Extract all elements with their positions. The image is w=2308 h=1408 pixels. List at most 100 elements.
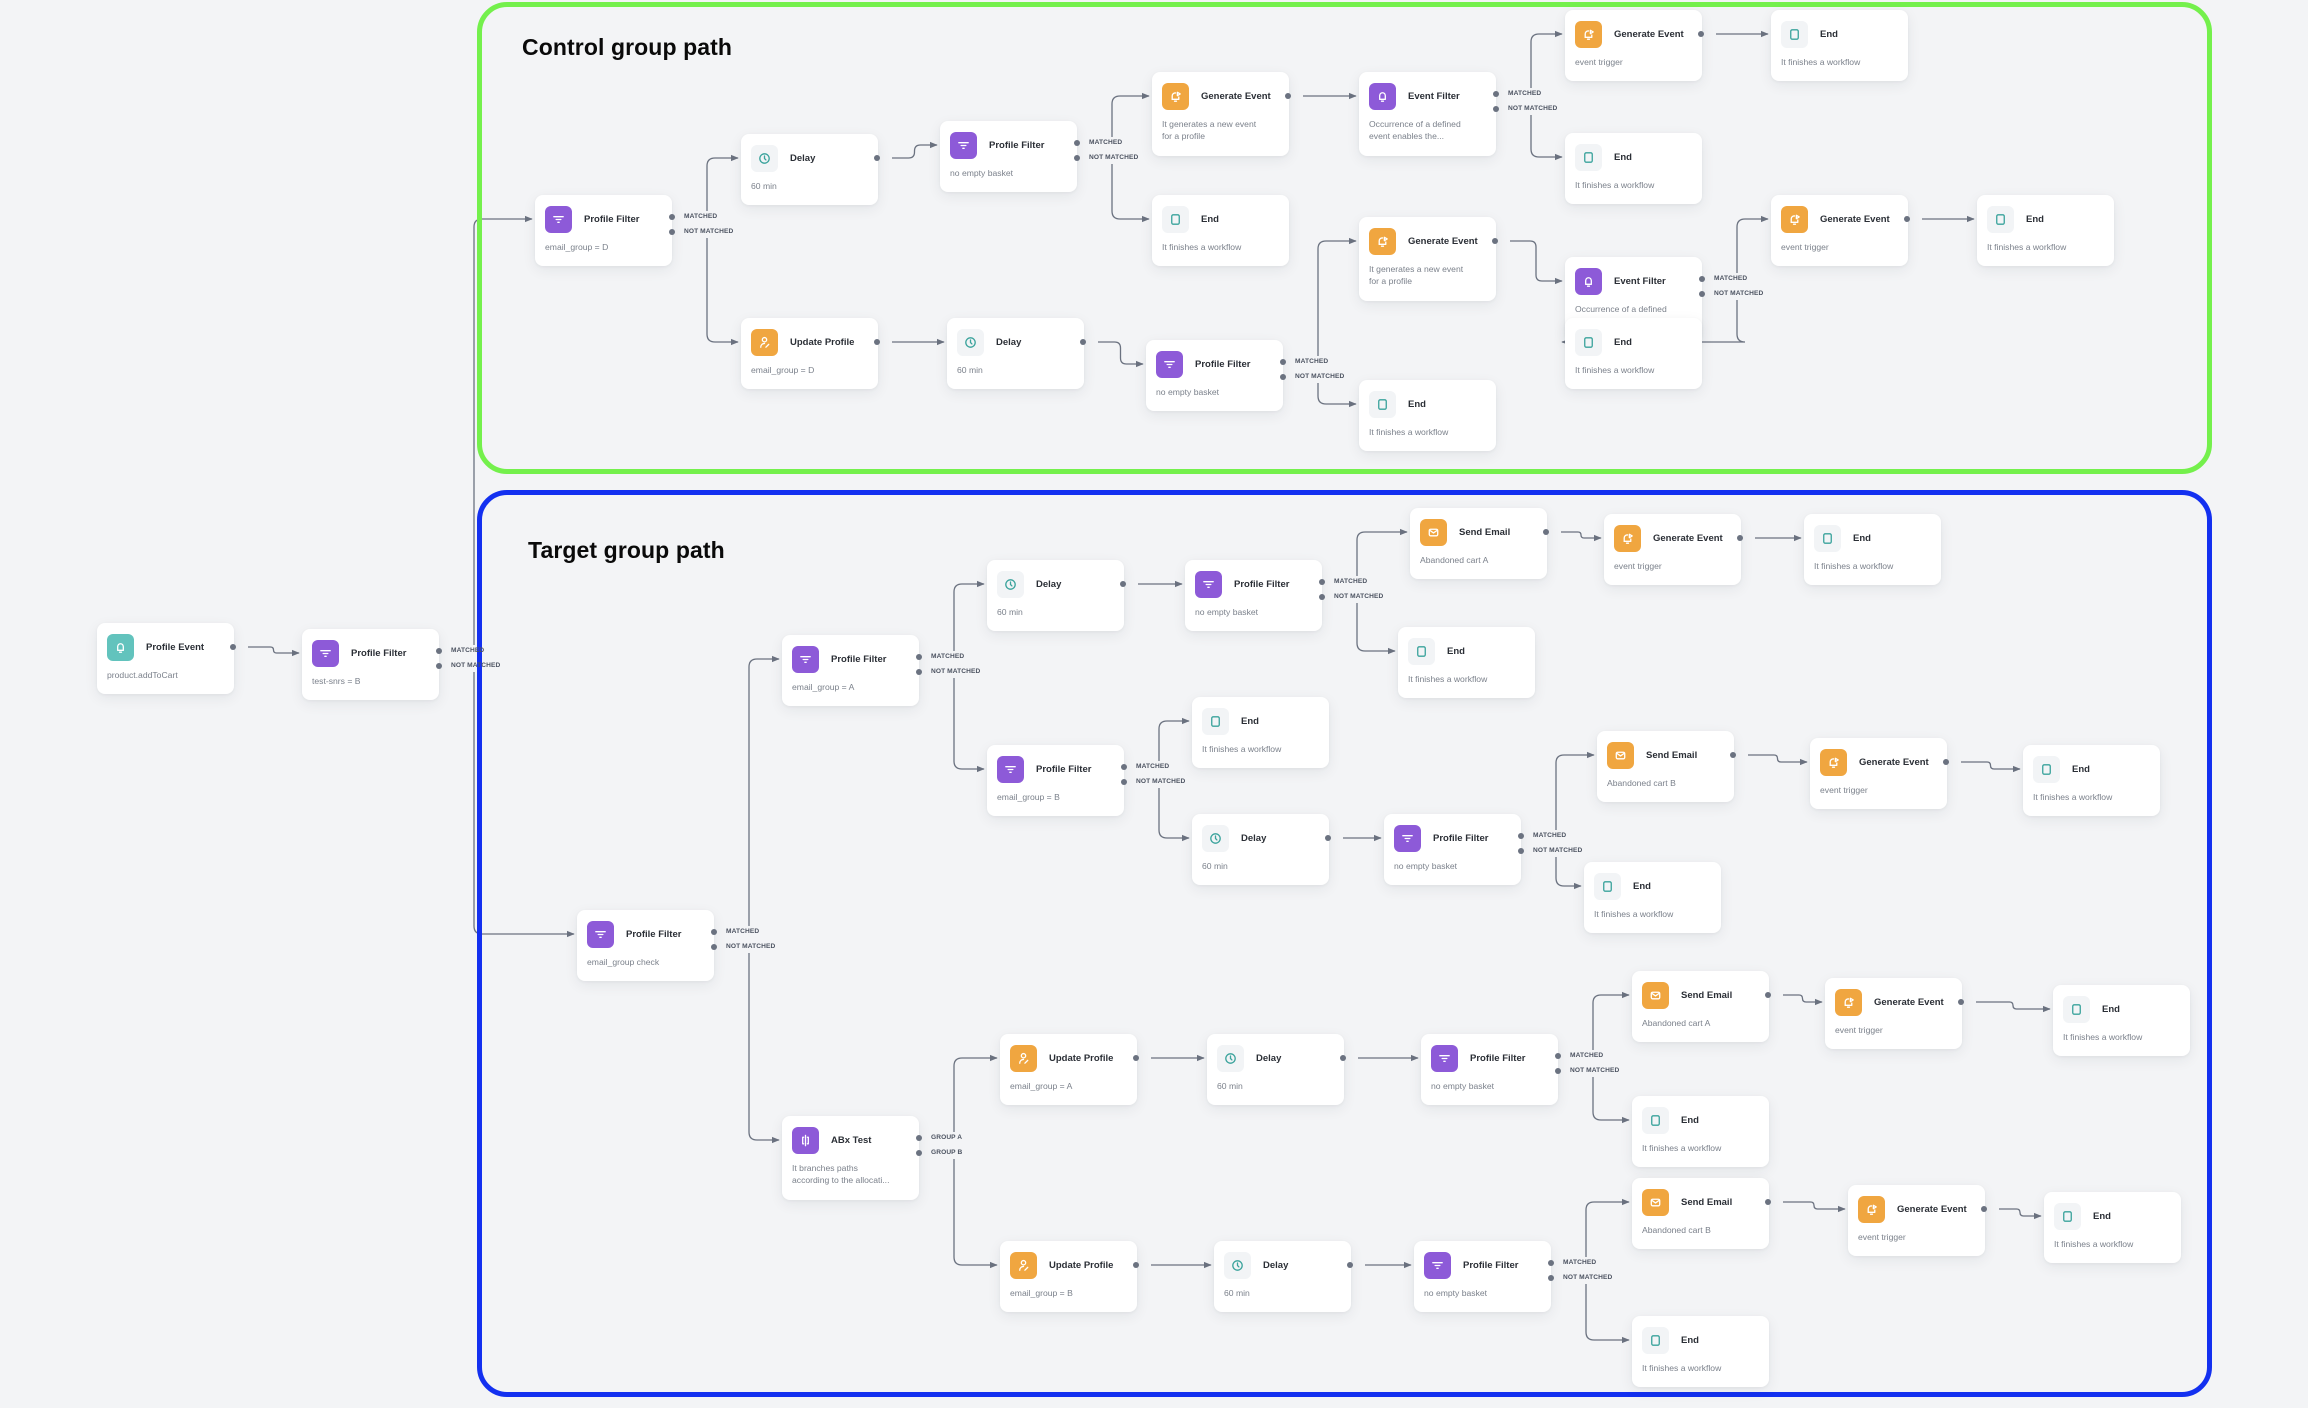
- node-generate-event[interactable]: Generate Event event trigger: [1848, 1185, 1985, 1256]
- node-end[interactable]: End It finishes a workflow: [1804, 514, 1941, 585]
- node-end[interactable]: End It finishes a workflow: [1977, 195, 2114, 266]
- node-generate-event[interactable]: Generate Event It generates a new event f…: [1359, 217, 1496, 301]
- output-port[interactable]: [1325, 835, 1331, 841]
- output-port[interactable]: [1958, 999, 1964, 1005]
- output-port[interactable]: [1730, 752, 1736, 758]
- output-port-not-matched[interactable]: [436, 663, 442, 669]
- output-port-group-a[interactable]: [916, 1135, 922, 1141]
- node-profile-filter[interactable]: Profile Filter email_group = D: [535, 195, 672, 266]
- workflow-canvas[interactable]: Control group path Target group path Pro…: [0, 0, 2308, 1408]
- output-port[interactable]: [1698, 31, 1704, 37]
- output-port-matched[interactable]: [1121, 764, 1127, 770]
- output-port-matched[interactable]: [916, 654, 922, 660]
- node-generate-event[interactable]: Generate Event event trigger: [1604, 514, 1741, 585]
- node-end[interactable]: End It finishes a workflow: [2023, 745, 2160, 816]
- output-port-not-matched[interactable]: [1518, 848, 1524, 854]
- node-send-email[interactable]: Send Email Abandoned cart B: [1597, 731, 1734, 802]
- node-profile-event[interactable]: Profile Event product.addToCart: [97, 623, 234, 694]
- node-delay[interactable]: Delay 60 min: [1214, 1241, 1351, 1312]
- node-profile-filter[interactable]: Profile Filter no empty basket: [1185, 560, 1322, 631]
- output-port-matched[interactable]: [1699, 276, 1705, 282]
- output-port[interactable]: [874, 339, 880, 345]
- node-end[interactable]: End It finishes a workflow: [1359, 380, 1496, 451]
- output-port[interactable]: [1765, 1199, 1771, 1205]
- node-delay[interactable]: Delay 60 min: [1192, 814, 1329, 885]
- node-end[interactable]: End It finishes a workflow: [1565, 133, 1702, 204]
- node-profile-filter[interactable]: Profile Filter no empty basket: [1414, 1241, 1551, 1312]
- node-send-email[interactable]: Send Email Abandoned cart A: [1410, 508, 1547, 579]
- output-port-not-matched[interactable]: [1699, 291, 1705, 297]
- node-send-email[interactable]: Send Email Abandoned cart B: [1632, 1178, 1769, 1249]
- node-end[interactable]: End It finishes a workflow: [1771, 10, 1908, 81]
- output-port-matched[interactable]: [1493, 91, 1499, 97]
- output-port-not-matched[interactable]: [669, 229, 675, 235]
- output-port-not-matched[interactable]: [1493, 106, 1499, 112]
- node-profile-filter[interactable]: Profile Filter email_group check: [577, 910, 714, 981]
- output-port-matched[interactable]: [1548, 1260, 1554, 1266]
- node-profile-filter[interactable]: Profile Filter no empty basket: [1384, 814, 1521, 885]
- output-port[interactable]: [1765, 992, 1771, 998]
- output-port-not-matched[interactable]: [1319, 594, 1325, 600]
- output-port-matched[interactable]: [669, 214, 675, 220]
- node-end[interactable]: End It finishes a workflow: [1632, 1096, 1769, 1167]
- output-port[interactable]: [1080, 339, 1086, 345]
- node-generate-event[interactable]: Generate Event event trigger: [1771, 195, 1908, 266]
- output-port-matched[interactable]: [1319, 579, 1325, 585]
- node-generate-event[interactable]: Generate Event event trigger: [1810, 738, 1947, 809]
- node-delay[interactable]: Delay 60 min: [947, 318, 1084, 389]
- output-port[interactable]: [874, 155, 880, 161]
- node-end[interactable]: End It finishes a workflow: [1192, 697, 1329, 768]
- output-port[interactable]: [1492, 238, 1498, 244]
- node-generate-event[interactable]: Generate Event event trigger: [1825, 978, 1962, 1049]
- output-port-matched[interactable]: [711, 929, 717, 935]
- node-send-email[interactable]: Send Email Abandoned cart A: [1632, 971, 1769, 1042]
- node-profile-filter[interactable]: Profile Filter email_group = B: [987, 745, 1124, 816]
- node-end[interactable]: End It finishes a workflow: [1152, 195, 1289, 266]
- output-port[interactable]: [1943, 759, 1949, 765]
- output-port[interactable]: [1133, 1055, 1139, 1061]
- output-port[interactable]: [230, 644, 236, 650]
- node-generate-event[interactable]: Generate Event It generates a new event f…: [1152, 72, 1289, 156]
- node-profile-filter[interactable]: Profile Filter no empty basket: [1146, 340, 1283, 411]
- node-profile-filter[interactable]: Profile Filter email_group = A: [782, 635, 919, 706]
- output-port-group-b[interactable]: [916, 1150, 922, 1156]
- output-port-not-matched[interactable]: [711, 944, 717, 950]
- output-port-not-matched[interactable]: [1548, 1275, 1554, 1281]
- node-end[interactable]: End It finishes a workflow: [1584, 862, 1721, 933]
- output-port-not-matched[interactable]: [1280, 374, 1286, 380]
- node-end[interactable]: End It finishes a workflow: [1632, 1316, 1769, 1387]
- output-port[interactable]: [1120, 581, 1126, 587]
- output-port[interactable]: [1133, 1262, 1139, 1268]
- output-port-matched[interactable]: [436, 648, 442, 654]
- node-update-profile[interactable]: Update Profile email_group = D: [741, 318, 878, 389]
- output-port[interactable]: [1340, 1055, 1346, 1061]
- output-port[interactable]: [1981, 1206, 1987, 1212]
- node-update-profile[interactable]: Update Profile email_group = B: [1000, 1241, 1137, 1312]
- node-end[interactable]: End It finishes a workflow: [2044, 1192, 2181, 1263]
- node-profile-filter[interactable]: Profile Filter no empty basket: [1421, 1034, 1558, 1105]
- node-abx-test[interactable]: ABx Test It branches paths according to t…: [782, 1116, 919, 1200]
- output-port-not-matched[interactable]: [1074, 155, 1080, 161]
- node-delay[interactable]: Delay 60 min: [741, 134, 878, 205]
- node-end[interactable]: End It finishes a workflow: [1565, 318, 1702, 389]
- output-port[interactable]: [1347, 1262, 1353, 1268]
- output-port-matched[interactable]: [1280, 359, 1286, 365]
- output-port[interactable]: [1904, 216, 1910, 222]
- output-port-not-matched[interactable]: [1121, 779, 1127, 785]
- node-event-filter[interactable]: Event Filter Occurrence of a defined even…: [1359, 72, 1496, 156]
- node-delay[interactable]: Delay 60 min: [987, 560, 1124, 631]
- output-port[interactable]: [1285, 93, 1291, 99]
- output-port-not-matched[interactable]: [1555, 1068, 1561, 1074]
- node-update-profile[interactable]: Update Profile email_group = A: [1000, 1034, 1137, 1105]
- output-port-not-matched[interactable]: [916, 669, 922, 675]
- output-port-matched[interactable]: [1518, 833, 1524, 839]
- node-end[interactable]: End It finishes a workflow: [1398, 627, 1535, 698]
- node-generate-event[interactable]: Generate Event event trigger: [1565, 10, 1702, 81]
- node-profile-filter[interactable]: Profile Filter test-snrs = B: [302, 629, 439, 700]
- node-delay[interactable]: Delay 60 min: [1207, 1034, 1344, 1105]
- output-port-matched[interactable]: [1074, 140, 1080, 146]
- output-port[interactable]: [1543, 529, 1549, 535]
- output-port[interactable]: [1737, 535, 1743, 541]
- output-port-matched[interactable]: [1555, 1053, 1561, 1059]
- node-end[interactable]: End It finishes a workflow: [2053, 985, 2190, 1056]
